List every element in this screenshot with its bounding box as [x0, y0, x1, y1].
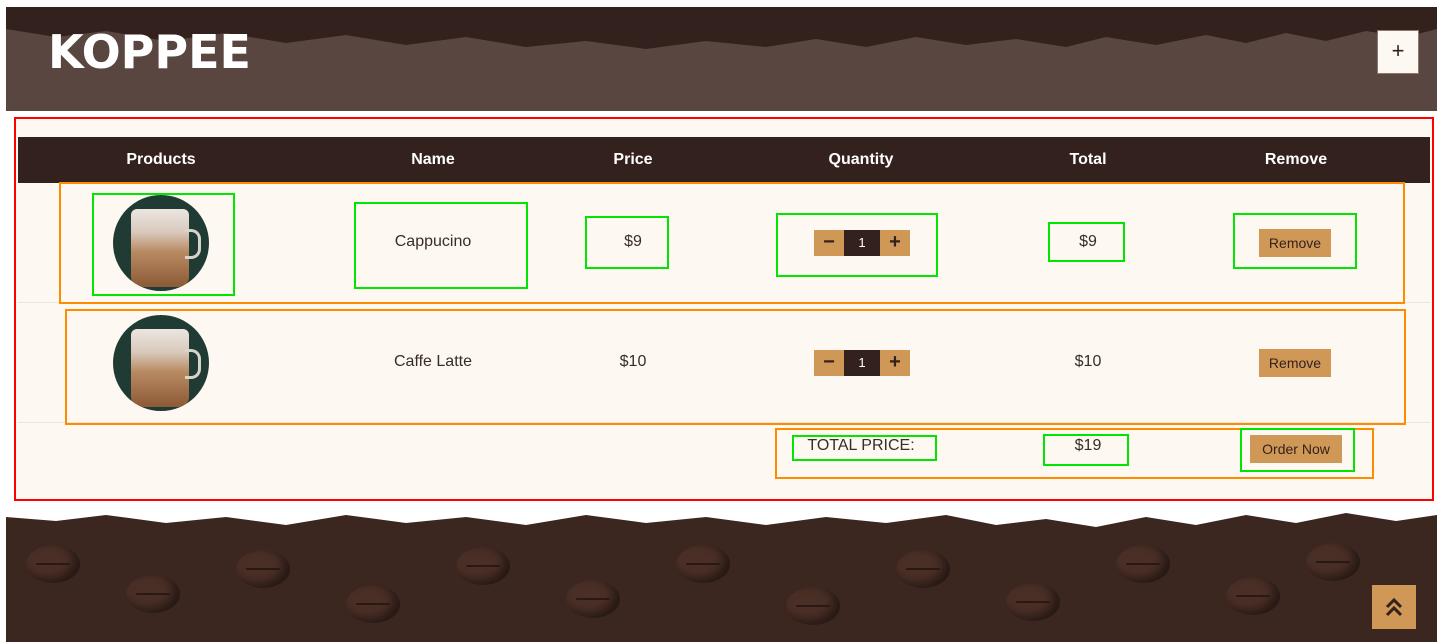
product-name: Caffe Latte — [394, 353, 472, 370]
coffee-bean-decoration — [1306, 543, 1360, 581]
remove-button[interactable]: Remove — [1259, 229, 1331, 257]
header-price: Price — [613, 151, 653, 168]
product-name: Cappucino — [394, 233, 472, 250]
site-footer — [6, 505, 1437, 642]
total-price-label: TOTAL PRICE: — [807, 437, 915, 454]
coffee-bean-decoration — [236, 550, 290, 588]
menu-toggle-button[interactable]: + — [1377, 30, 1419, 74]
coffee-bean-decoration — [566, 580, 620, 618]
cart-section: Products Name Price Quantity Total Remov… — [14, 117, 1434, 501]
cup-handle-shape — [185, 349, 201, 379]
cart-summary: TOTAL PRICE: $19 Order Now — [18, 423, 1430, 499]
product-price: $9 — [624, 233, 642, 250]
coffee-bean-decoration — [896, 550, 950, 588]
coffee-bean-decoration — [676, 545, 730, 583]
product-price: $10 — [619, 353, 647, 370]
header-remove: Remove — [1264, 151, 1328, 168]
table-row: Cappucino $9 − 1 + $9 Remove — [18, 183, 1430, 303]
header-total: Total — [1069, 151, 1107, 168]
cup-shape — [131, 209, 189, 287]
coffee-bean-decoration — [1116, 545, 1170, 583]
product-total: $9 — [1079, 233, 1097, 250]
caffe-latte-image — [113, 315, 209, 411]
quantity-stepper: − 1 + — [814, 350, 910, 376]
remove-button[interactable]: Remove — [1259, 349, 1331, 377]
qty-value[interactable]: 1 — [844, 230, 880, 256]
coffee-bean-decoration — [346, 585, 400, 623]
coffee-bean-decoration — [1226, 577, 1280, 615]
brand-logo[interactable]: KOPPEE — [48, 25, 251, 79]
cup-handle-shape — [185, 229, 201, 259]
cup-shape — [131, 329, 189, 407]
qty-minus-button[interactable]: − — [814, 350, 844, 376]
coffee-bean-decoration — [26, 545, 80, 583]
total-price-value: $19 — [1074, 437, 1102, 454]
page: KOPPEE + Products Name Price Quantity To… — [0, 0, 1443, 642]
qty-plus-button[interactable]: + — [880, 230, 910, 256]
double-chevron-up-icon — [1385, 597, 1403, 617]
qty-value[interactable]: 1 — [844, 350, 880, 376]
cappuccino-image — [113, 195, 209, 291]
quantity-stepper: − 1 + — [814, 230, 910, 256]
qty-plus-button[interactable]: + — [880, 350, 910, 376]
order-now-button[interactable]: Order Now — [1250, 435, 1342, 463]
product-total: $10 — [1074, 353, 1102, 370]
table-row: Caffe Latte $10 − 1 + $10 Remove — [18, 303, 1430, 423]
table-header: Products Name Price Quantity Total Remov… — [18, 137, 1430, 183]
site-header: KOPPEE + — [6, 7, 1437, 111]
qty-minus-button[interactable]: − — [814, 230, 844, 256]
coffee-bean-decoration — [126, 575, 180, 613]
cart-table: Products Name Price Quantity Total Remov… — [18, 137, 1430, 499]
coffee-bean-decoration — [456, 547, 510, 585]
header-products: Products — [126, 151, 196, 168]
torn-paper-edge — [6, 505, 1437, 527]
header-quantity: Quantity — [828, 151, 894, 168]
coffee-bean-decoration — [786, 587, 840, 625]
header-name: Name — [411, 151, 455, 168]
coffee-bean-decoration — [1006, 583, 1060, 621]
back-to-top-button[interactable] — [1372, 585, 1416, 629]
